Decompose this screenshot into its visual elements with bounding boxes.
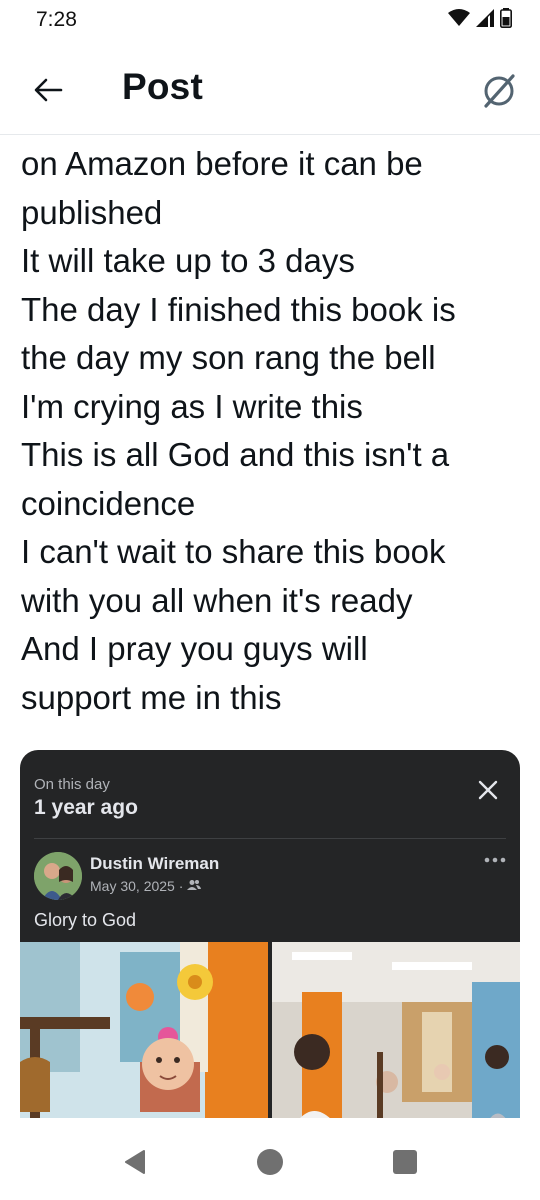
memory-title: 1 year ago — [34, 796, 138, 819]
arrow-left-icon — [34, 78, 63, 102]
system-nav-bar — [0, 1118, 540, 1200]
post-line: support me in this — [21, 678, 282, 716]
post-line: And I pray you guys will — [21, 630, 368, 667]
grok-icon — [484, 74, 515, 108]
grok-button[interactable] — [476, 68, 522, 114]
post-line: the day my son rang the bell — [21, 339, 436, 376]
status-bar: 7:28 — [0, 0, 540, 44]
post-line: This is all God and this isn't a — [21, 436, 450, 473]
status-time: 7:28 — [36, 8, 77, 31]
nav-back-button[interactable] — [115, 1142, 155, 1182]
back-triangle-icon — [125, 1150, 145, 1174]
close-icon — [474, 776, 502, 804]
memory-label: On this day — [34, 776, 110, 793]
divider — [34, 838, 506, 839]
post-line: published — [21, 193, 163, 231]
post-date-text: May 30, 2025 · — [90, 878, 184, 894]
post-line: I can't wait to share this book — [21, 533, 446, 570]
home-circle-icon — [257, 1149, 283, 1175]
post-line: with you all when it's ready — [21, 581, 413, 619]
post-line: The day I finished this book is — [21, 290, 456, 328]
avatar — [34, 852, 82, 900]
status-icons — [448, 8, 512, 33]
memory-post-text: Glory to God — [34, 910, 137, 930]
signal-icon — [476, 9, 494, 32]
more-icon — [482, 852, 508, 868]
post-line: I'm crying as I write this — [21, 387, 363, 425]
recents-square-icon — [393, 1150, 417, 1174]
post-body: on Amazon before it can be published It … — [21, 140, 526, 722]
post-line: It will take up to 3 days — [21, 242, 355, 279]
post-header: Post — [0, 44, 540, 135]
author-name: Dustin Wireman — [90, 854, 220, 873]
page-title: Post — [122, 66, 203, 107]
post-line: coincidence — [21, 484, 196, 522]
battery-icon — [500, 8, 512, 33]
memory-card-image[interactable]: On this day 1 year ago Dustin Wireman Ma… — [20, 750, 520, 1150]
nav-home-button[interactable] — [250, 1142, 290, 1182]
wifi-icon — [448, 9, 470, 32]
back-button[interactable] — [28, 72, 68, 108]
post-date: May 30, 2025 · — [90, 878, 202, 894]
nav-recents-button[interactable] — [385, 1142, 425, 1182]
friends-icon — [187, 878, 202, 894]
post-line: on Amazon before it can be — [21, 145, 423, 182]
